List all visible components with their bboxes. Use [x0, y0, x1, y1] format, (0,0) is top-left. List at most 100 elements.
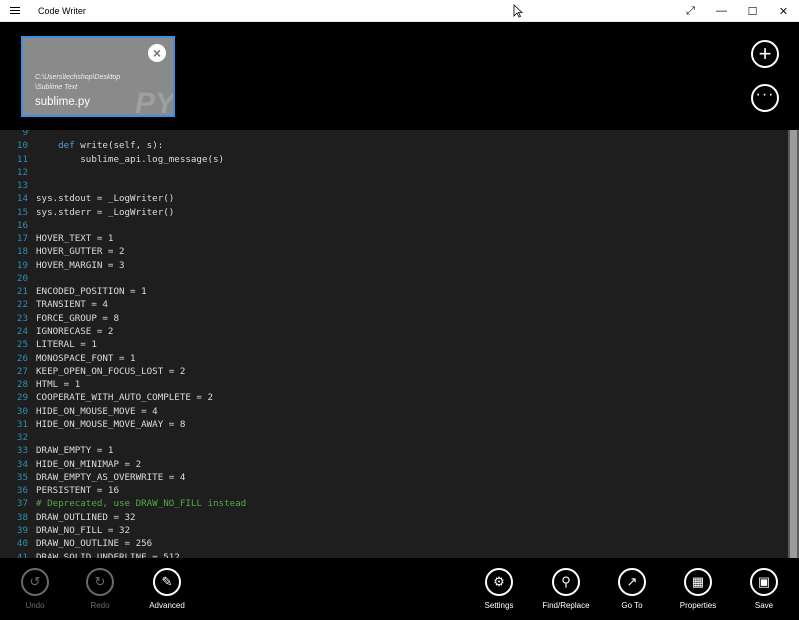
line-text[interactable]: DRAW_SOLID_UNDERLINE = 512: [36, 551, 180, 559]
line-number: 15: [16, 206, 28, 218]
maximize-button[interactable]: ☐: [737, 0, 768, 22]
code-line[interactable]: 30 HIDE_ON_MOUSE_MOVE = 4: [0, 405, 786, 418]
line-text[interactable]: PERSISTENT = 16: [36, 484, 119, 497]
code-line[interactable]: 31 HIDE_ON_MOUSE_MOVE_AWAY = 8: [0, 418, 786, 431]
code-line[interactable]: 25 LITERAL = 1: [0, 338, 786, 351]
line-text[interactable]: MONOSPACE_FONT = 1: [36, 352, 136, 365]
line-text[interactable]: HIDE_ON_MOUSE_MOVE_AWAY = 8: [36, 418, 185, 431]
code-line[interactable]: 38 DRAW_OUTLINED = 32: [0, 511, 786, 524]
close-tab-icon[interactable]: ×: [148, 44, 166, 62]
code-line[interactable]: 28 HTML = 1: [0, 378, 786, 391]
save-button[interactable]: ▣ Save: [729, 568, 799, 610]
line-text[interactable]: LITERAL = 1: [36, 338, 97, 351]
code-line[interactable]: 34 HIDE_ON_MINIMAP = 2: [0, 458, 786, 471]
code-line[interactable]: 12: [0, 166, 786, 179]
code-line[interactable]: 27 KEEP_OPEN_ON_FOCUS_LOST = 2: [0, 365, 786, 378]
code-line[interactable]: 40 DRAW_NO_OUTLINE = 256: [0, 537, 786, 550]
line-text[interactable]: HOVER_MARGIN = 3: [36, 259, 125, 272]
line-text[interactable]: def write(self, s):: [36, 139, 163, 152]
line-text[interactable]: DRAW_NO_OUTLINE = 256: [36, 537, 152, 550]
code-line[interactable]: 22 TRANSIENT = 4: [0, 298, 786, 311]
line-text[interactable]: COOPERATE_WITH_AUTO_COMPLETE = 2: [36, 391, 213, 404]
full-screen-button[interactable]: ⤢: [675, 0, 706, 22]
line-text[interactable]: HIDE_ON_MOUSE_MOVE = 4: [36, 405, 158, 418]
line-text[interactable]: TRANSIENT = 4: [36, 298, 108, 311]
code-line[interactable]: 39 DRAW_NO_FILL = 32: [0, 524, 786, 537]
properties-button[interactable]: ▦ Properties: [663, 568, 733, 610]
line-text[interactable]: sys.stdout = _LogWriter(): [36, 192, 174, 205]
code-line[interactable]: 21 ENCODED_POSITION = 1: [0, 285, 786, 298]
arrow-up-right-icon: ↗: [618, 568, 646, 596]
line-text[interactable]: HOVER_TEXT = 1: [36, 232, 113, 245]
line-text[interactable]: IGNORECASE = 2: [36, 325, 113, 338]
line-number: 21: [16, 286, 28, 298]
code-lines[interactable]: 9 10 def write(self, s): 11 sublime_api.lo…: [0, 130, 786, 558]
line-number: 38: [16, 511, 28, 523]
line-text[interactable]: # Deprecated, use DRAW_NO_FILL instead: [36, 497, 246, 510]
line-number: 23: [16, 312, 28, 324]
code-line[interactable]: 35 DRAW_EMPTY_AS_OVERWRITE = 4: [0, 471, 786, 484]
code-line[interactable]: 18 HOVER_GUTTER = 2: [0, 245, 786, 258]
line-text[interactable]: DRAW_EMPTY_AS_OVERWRITE = 4: [36, 471, 185, 484]
code-line[interactable]: 41 DRAW_SOLID_UNDERLINE = 512: [0, 551, 786, 559]
code-line[interactable]: 11 sublime_api.log_message(s): [0, 153, 786, 166]
line-number: 29: [16, 392, 28, 404]
code-line[interactable]: 26 MONOSPACE_FONT = 1: [0, 352, 786, 365]
file-tab-sublime-py[interactable]: PY C:\Users\techshop\Desktop \Sublime Te…: [21, 36, 175, 117]
line-number: 13: [16, 180, 28, 192]
settings-button[interactable]: ⚙ Settings: [464, 568, 534, 610]
line-text[interactable]: DRAW_EMPTY = 1: [36, 444, 113, 457]
scrollbar-thumb[interactable]: [790, 130, 797, 558]
line-number: 18: [16, 246, 28, 258]
code-line[interactable]: 16: [0, 219, 786, 232]
code-line[interactable]: 36 PERSISTENT = 16: [0, 484, 786, 497]
code-line[interactable]: 24 IGNORECASE = 2: [0, 325, 786, 338]
code-line[interactable]: 13: [0, 179, 786, 192]
find-replace-label: Find/Replace: [542, 601, 590, 610]
minimize-button[interactable]: —: [706, 0, 737, 22]
code-line[interactable]: 33 DRAW_EMPTY = 1: [0, 444, 786, 457]
find-replace-button[interactable]: ⚲ Find/Replace: [531, 568, 601, 610]
undo-button[interactable]: ↺ Undo: [0, 568, 70, 610]
line-number: 11: [16, 153, 28, 165]
advanced-button[interactable]: ✎ Advanced: [132, 568, 202, 610]
bottom-app-bar: ↺ Undo ↻ Redo ✎ Advanced ⚙ Settings ⚲ Fi…: [0, 558, 799, 620]
code-line[interactable]: 37 # Deprecated, use DRAW_NO_FILL instead: [0, 497, 786, 510]
line-text[interactable]: HOVER_GUTTER = 2: [36, 245, 125, 258]
more-options-button[interactable]: ···: [751, 84, 779, 112]
code-line[interactable]: 19 HOVER_MARGIN = 3: [0, 259, 786, 272]
code-line[interactable]: 17 HOVER_TEXT = 1: [0, 232, 786, 245]
code-line[interactable]: 20: [0, 272, 786, 285]
new-file-button[interactable]: +: [751, 40, 779, 68]
close-window-button[interactable]: ✕: [768, 0, 799, 22]
line-text[interactable]: sublime_api.log_message(s): [36, 153, 224, 166]
line-text[interactable]: KEEP_OPEN_ON_FOCUS_LOST = 2: [36, 365, 185, 378]
file-path-line-1: C:\Users\techshop\Desktop: [35, 74, 121, 81]
code-line[interactable]: 15 sys.stderr = _LogWriter(): [0, 206, 786, 219]
line-text[interactable]: ENCODED_POSITION = 1: [36, 285, 147, 298]
code-line[interactable]: 29 COOPERATE_WITH_AUTO_COMPLETE = 2: [0, 391, 786, 404]
line-text[interactable]: FORCE_GROUP = 8: [36, 312, 119, 325]
code-line[interactable]: 10 def write(self, s):: [0, 139, 786, 152]
code-line[interactable]: 9: [0, 130, 786, 139]
hamburger-menu-icon[interactable]: [0, 0, 30, 22]
go-to-label: Go To: [621, 601, 643, 610]
gear-icon: ⚙: [485, 568, 513, 596]
line-number: 32: [16, 432, 28, 444]
undo-label: Undo: [25, 601, 45, 610]
mouse-cursor-icon: [513, 4, 523, 18]
line-text[interactable]: HTML = 1: [36, 378, 80, 391]
code-line[interactable]: 14 sys.stdout = _LogWriter(): [0, 192, 786, 205]
file-tab-path: C:\Users\techshop\Desktop \Sublime Text: [35, 73, 120, 93]
code-line[interactable]: 23 FORCE_GROUP = 8: [0, 312, 786, 325]
redo-button[interactable]: ↻ Redo: [65, 568, 135, 610]
line-text[interactable]: HIDE_ON_MINIMAP = 2: [36, 458, 141, 471]
line-text[interactable]: DRAW_OUTLINED = 32: [36, 511, 136, 524]
go-to-button[interactable]: ↗ Go To: [597, 568, 667, 610]
code-line[interactable]: 32: [0, 431, 786, 444]
line-number: 12: [16, 166, 28, 178]
code-editor[interactable]: 9 10 def write(self, s): 11 sublime_api.lo…: [0, 130, 799, 558]
line-text[interactable]: DRAW_NO_FILL = 32: [36, 524, 130, 537]
vertical-scrollbar[interactable]: [788, 130, 799, 558]
line-text[interactable]: sys.stderr = _LogWriter(): [36, 206, 174, 219]
